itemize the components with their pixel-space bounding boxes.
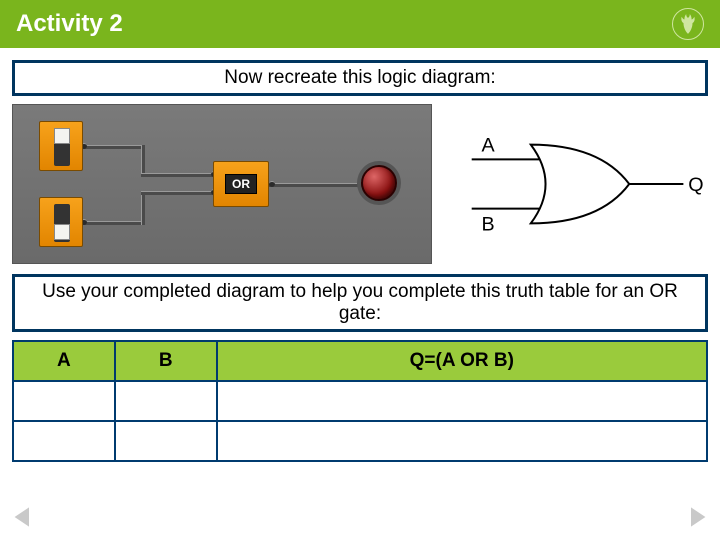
switch-knob-icon [54, 128, 70, 144]
wire [141, 191, 215, 195]
wire [141, 173, 215, 177]
symbol-input-a-label: A [482, 135, 496, 157]
diagram-row: OR A B Q [12, 104, 708, 264]
wire [141, 193, 145, 225]
truth-cell[interactable] [13, 421, 115, 461]
symbol-input-b-label: B [482, 213, 495, 235]
wire [83, 221, 143, 225]
table-row [13, 381, 707, 421]
instruction-truth-table: Use your completed diagram to help you c… [12, 274, 708, 332]
truth-cell[interactable] [115, 381, 217, 421]
slide-header: Activity 2 [0, 0, 720, 48]
prev-slide-button[interactable] [6, 500, 40, 534]
truth-cell[interactable] [115, 421, 217, 461]
truth-table-header-b: B [115, 341, 217, 381]
switch-a[interactable] [39, 121, 83, 171]
wire [83, 145, 143, 149]
or-gate[interactable]: OR [213, 161, 269, 207]
wire [141, 145, 145, 175]
or-gate-label: OR [225, 174, 257, 194]
truth-table-header-q: Q=(A OR B) [217, 341, 707, 381]
or-gate-symbol: A B Q [452, 104, 708, 264]
switch-knob-icon [54, 224, 70, 240]
logic-sim-panel: OR [12, 104, 432, 264]
lamp-output[interactable] [361, 165, 397, 201]
symbol-output-label: Q [688, 174, 703, 196]
table-row [13, 421, 707, 461]
truth-table-header-a: A [13, 341, 115, 381]
slide-body: Now recreate this logic diagram: [0, 48, 720, 474]
truth-cell[interactable] [13, 381, 115, 421]
stag-head-icon [672, 8, 704, 40]
instruction-recreate: Now recreate this logic diagram: [12, 60, 708, 96]
wire-node [269, 181, 275, 187]
truth-cell[interactable] [217, 421, 707, 461]
next-slide-button[interactable] [680, 500, 714, 534]
wire [269, 183, 359, 187]
truth-table: A B Q=(A OR B) [12, 340, 708, 462]
slide-title: Activity 2 [16, 10, 123, 38]
truth-cell[interactable] [217, 381, 707, 421]
switch-b[interactable] [39, 197, 83, 247]
